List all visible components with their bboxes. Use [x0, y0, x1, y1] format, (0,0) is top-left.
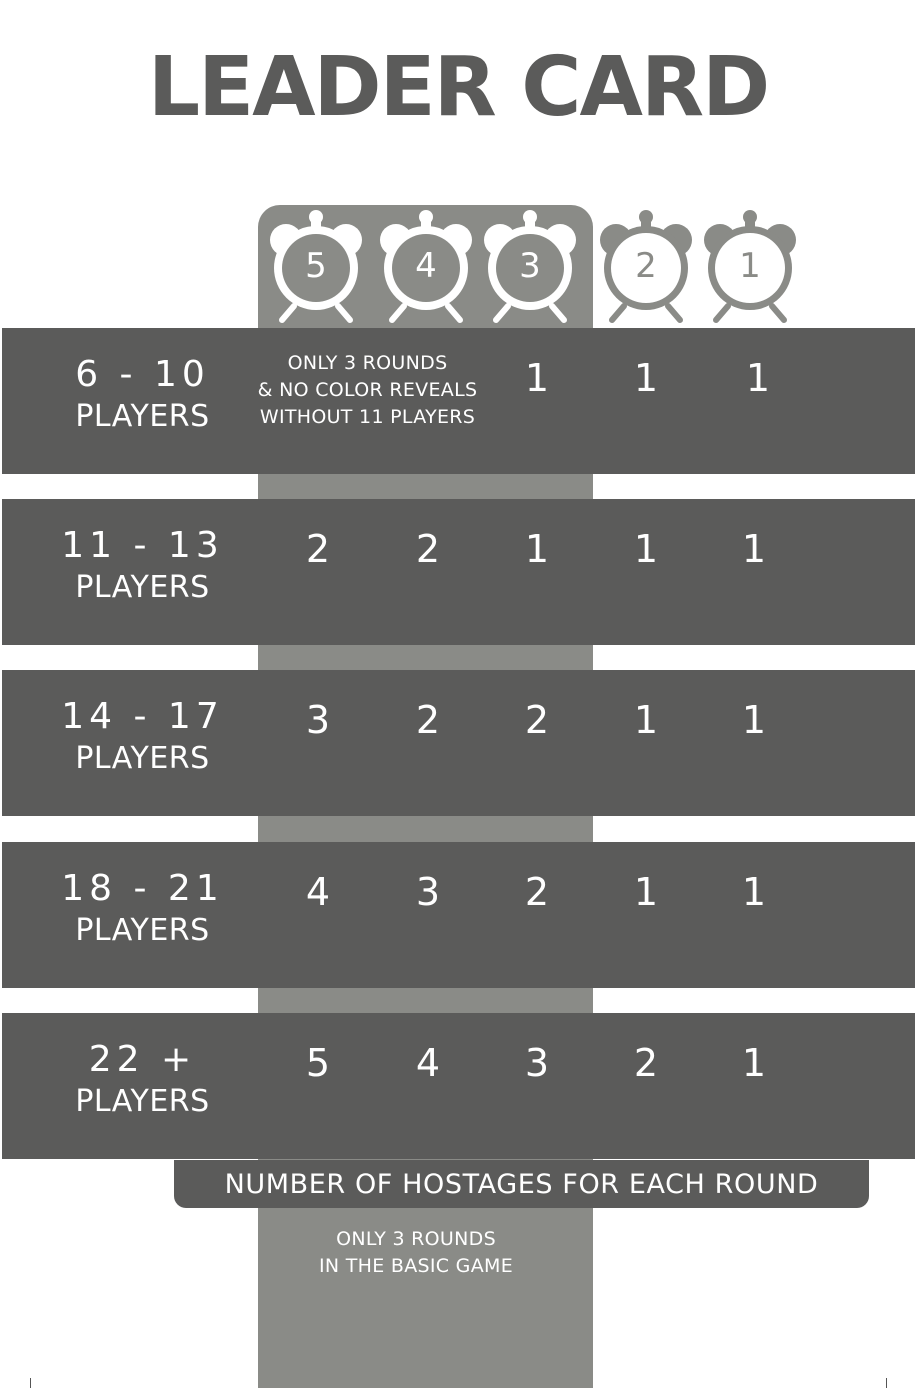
hostage-count-round-2: 2 [415, 527, 441, 571]
players-label: PLAYERS [75, 741, 210, 776]
crop-mark [886, 1378, 887, 1388]
alarm-clock-icon-3: 3 [480, 210, 580, 326]
hostage-count-round-5: 1 [741, 870, 767, 914]
hostage-count-round-1: 5 [305, 1041, 331, 1085]
player-range: 18 - 21 [61, 868, 224, 909]
row-label: 22 + PLAYERS [40, 1037, 245, 1121]
note-line: ONLY 3 ROUNDS [336, 1228, 496, 1250]
clock-number: 1 [739, 246, 761, 286]
clock-number: 5 [305, 246, 327, 286]
hostage-count-round-1: 3 [305, 698, 331, 742]
row-label: 11 - 13 PLAYERS [40, 523, 245, 607]
footer-caption-bar: NUMBER OF HOSTAGES FOR EACH ROUND [174, 1160, 869, 1208]
clock-number: 3 [519, 246, 541, 286]
hostage-count-round-2: 2 [415, 698, 441, 742]
players-label: PLAYERS [75, 570, 210, 605]
note-line: IN THE BASIC GAME [318, 1255, 513, 1277]
note-line: & NO COLOR REVEALS [257, 379, 478, 401]
hostage-count-round-4: 1 [633, 527, 659, 571]
note-line: ONLY 3 ROUNDS [287, 352, 448, 374]
player-range: 6 - 10 [75, 354, 210, 395]
note-line: WITHOUT 11 PLAYERS [259, 406, 476, 428]
row-18-21: 18 - 21 PLAYERS 4 3 2 1 1 [2, 842, 915, 988]
alarm-clock-icon-4: 4 [376, 210, 476, 326]
hostage-count-round-5: 1 [741, 1041, 767, 1085]
hostage-count-round-2: 4 [415, 1041, 441, 1085]
hostage-count-round-3: 3 [524, 1041, 550, 1085]
clock-number: 4 [415, 246, 437, 286]
row-note: ONLY 3 ROUNDS & NO COLOR REVEALS WITHOUT… [240, 350, 495, 431]
hostage-count-round-5: 1 [741, 527, 767, 571]
hostage-count-round-3: 2 [524, 698, 550, 742]
row-label: 18 - 21 PLAYERS [40, 866, 245, 950]
players-label: PLAYERS [75, 1084, 210, 1119]
hostage-count-round-4: 1 [633, 356, 659, 400]
hostage-count-round-4: 2 [633, 1041, 659, 1085]
row-14-17: 14 - 17 PLAYERS 3 2 2 1 1 [2, 670, 915, 816]
hostage-count-round-1: 2 [305, 527, 331, 571]
players-label: PLAYERS [75, 913, 210, 948]
player-range: 14 - 17 [61, 696, 224, 737]
row-11-13: 11 - 13 PLAYERS 2 2 1 1 1 [2, 499, 915, 645]
footer-caption: NUMBER OF HOSTAGES FOR EACH ROUND [224, 1169, 819, 1200]
alarm-clock-icon-2: 2 [596, 210, 696, 326]
clock-number: 2 [635, 246, 657, 286]
hostage-count-round-1: 4 [305, 870, 331, 914]
alarm-clock-icon-1: 1 [700, 210, 800, 326]
page-title: LEADER CARD [147, 40, 770, 135]
player-range: 11 - 13 [61, 525, 224, 566]
hostage-count-round-4: 1 [633, 698, 659, 742]
row-label: 14 - 17 PLAYERS [40, 694, 245, 778]
row-label: 6 - 10 PLAYERS [40, 352, 245, 436]
hostage-count-round-3: 2 [524, 870, 550, 914]
hostage-count-round-5: 1 [741, 698, 767, 742]
hostage-count-round-4: 1 [633, 870, 659, 914]
hostage-count-round-2: 3 [415, 870, 441, 914]
hostage-count-round-3: 1 [524, 356, 550, 400]
row-22-plus: 22 + PLAYERS 5 4 3 2 1 [2, 1013, 915, 1159]
alarm-clock-icon-5: 5 [266, 210, 366, 326]
row-6-10: 6 - 10 PLAYERS ONLY 3 ROUNDS & NO COLOR … [2, 328, 915, 474]
crop-mark [30, 1378, 31, 1388]
hostage-count-round-5: 1 [745, 356, 771, 400]
basic-game-note: ONLY 3 ROUNDS IN THE BASIC GAME [275, 1226, 557, 1280]
hostage-count-round-3: 1 [524, 527, 550, 571]
players-label: PLAYERS [75, 399, 210, 434]
player-range: 22 + [88, 1039, 197, 1080]
